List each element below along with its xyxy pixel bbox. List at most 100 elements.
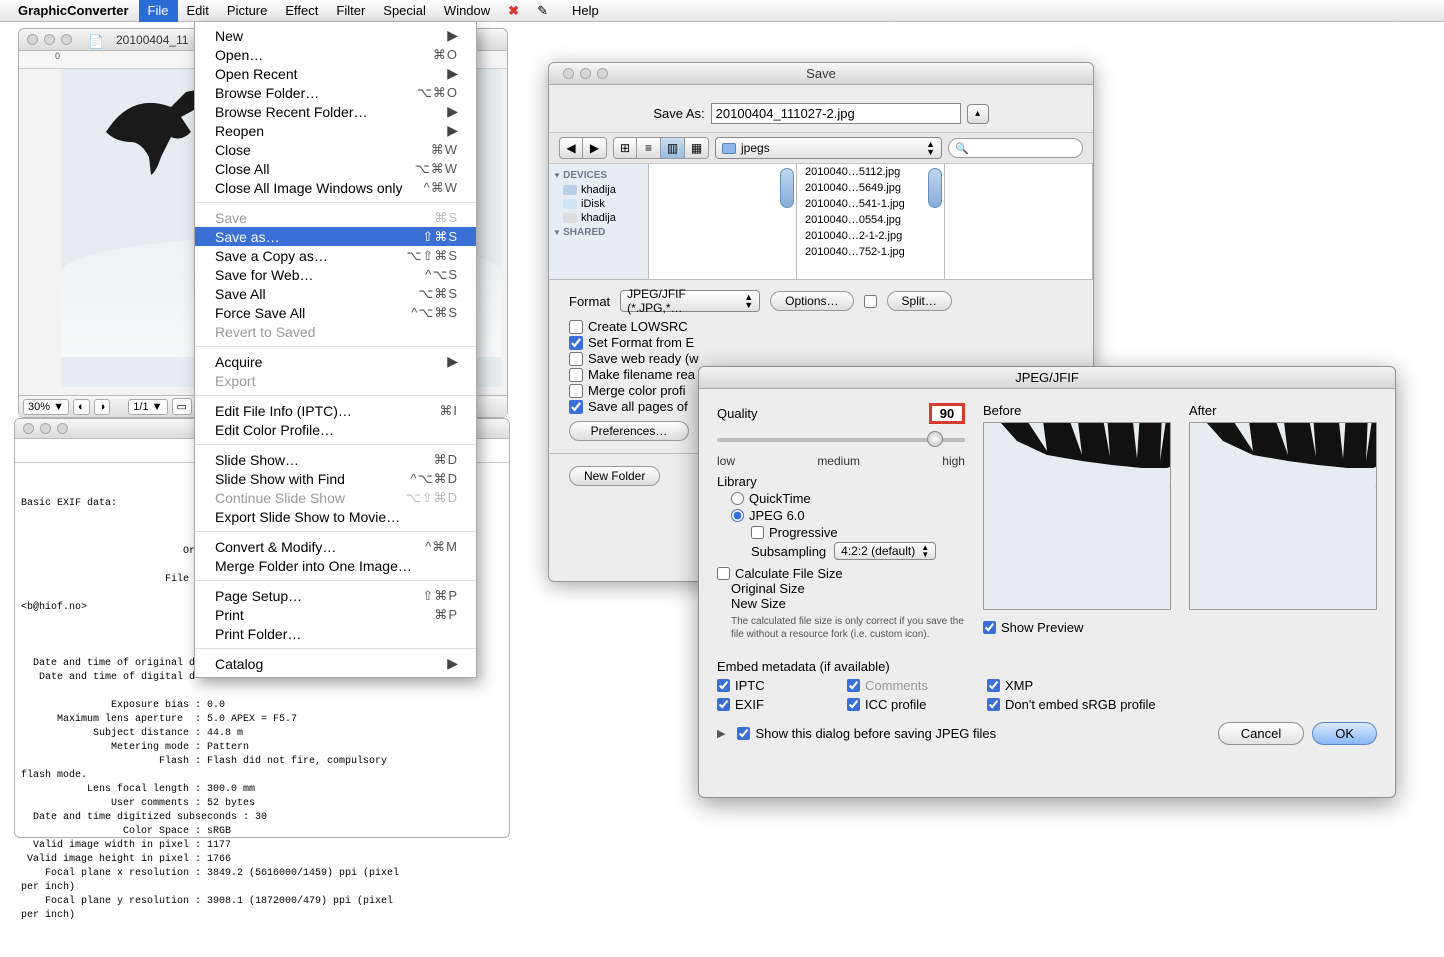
menu-effect[interactable]: Effect	[276, 0, 327, 22]
disclosure-triangle-icon[interactable]: ▶	[717, 727, 725, 740]
quality-slider[interactable]	[717, 428, 965, 454]
view-coverflow-icon[interactable]: ▦	[685, 137, 709, 159]
menu-filter[interactable]: Filter	[327, 0, 374, 22]
scrollbar-thumb[interactable]	[780, 168, 794, 208]
file-item[interactable]: 2010040…2-1-2.jpg	[797, 228, 944, 244]
file-column-2[interactable]: 2010040…5112.jpg 2010040…5649.jpg 201004…	[797, 164, 945, 279]
zoom-level[interactable]: 30% ▼	[23, 399, 69, 415]
menu-close-all[interactable]: Close All⌥⌘W	[195, 159, 476, 178]
view-mode-switch[interactable]: ⊞ ≡ ▥ ▦	[613, 137, 709, 159]
back-button-icon[interactable]: ◀	[559, 137, 583, 159]
opt-set-format[interactable]: Set Format from E	[569, 335, 1073, 350]
search-input[interactable]: 🔍	[948, 138, 1083, 158]
checkbox-comments[interactable]: Comments	[847, 678, 987, 693]
file-item[interactable]: 2010040…541-1.jpg	[797, 196, 944, 212]
page-indicator[interactable]: 1/1 ▼	[128, 399, 167, 415]
status-tool-icon[interactable]: ▭	[172, 398, 192, 415]
view-list-icon[interactable]: ≡	[637, 137, 661, 159]
minimize-window-icon[interactable]	[40, 423, 51, 434]
slider-thumb-icon[interactable]	[927, 431, 943, 447]
minimize-window-icon[interactable]	[44, 34, 55, 45]
menu-file[interactable]: File	[139, 0, 178, 22]
menu-browse-folder[interactable]: Browse Folder…⌥⌘O	[195, 83, 476, 102]
save-dialog-titlebar[interactable]: Save	[549, 63, 1093, 85]
forward-button-icon[interactable]: ▶	[583, 137, 607, 159]
checkbox-dont-embed-srgb[interactable]: Don't embed sRGB profile	[987, 697, 1207, 712]
file-item[interactable]: 2010040…5112.jpg	[797, 164, 944, 180]
sidebar-item[interactable]: khadija	[553, 183, 644, 197]
checkbox-iptc[interactable]: IPTC	[717, 678, 847, 693]
menu-browse-recent-folder[interactable]: Browse Recent Folder…▶	[195, 102, 476, 121]
file-item[interactable]: 2010040…752-1.jpg	[797, 244, 944, 260]
menu-save-as[interactable]: Save as…⇧⌘S	[195, 227, 476, 246]
menu-edit-iptc[interactable]: Edit File Info (IPTC)…⌘I	[195, 401, 476, 420]
radio-quicktime[interactable]: QuickTime	[731, 491, 965, 506]
menu-save-web[interactable]: Save for Web…^⌥S	[195, 265, 476, 284]
menu-print-folder[interactable]: Print Folder…	[195, 624, 476, 643]
split-button[interactable]: Split…	[887, 291, 952, 311]
close-window-icon[interactable]	[27, 34, 38, 45]
split-checkbox[interactable]	[864, 295, 877, 308]
status-icon-1[interactable]: ◐	[73, 399, 90, 415]
menu-close[interactable]: Close⌘W	[195, 140, 476, 159]
checkbox-calculate-size[interactable]: Calculate File Size	[717, 566, 965, 581]
menu-new[interactable]: New▶	[195, 26, 476, 45]
menu-slide-show-find[interactable]: Slide Show with Find^⌥⌘D	[195, 469, 476, 488]
cancel-button[interactable]: Cancel	[1218, 722, 1304, 745]
opt-lowsrc[interactable]: Create LOWSRC	[569, 319, 1073, 334]
scrollbar-thumb[interactable]	[928, 168, 942, 208]
format-popup[interactable]: JPEG/JFIF (*.JPG,*… ▲▼	[620, 290, 760, 312]
folder-popup[interactable]: jpegs ▲▼	[715, 137, 942, 159]
menu-picture[interactable]: Picture	[218, 0, 276, 22]
document-proxy-icon[interactable]: 📄	[88, 34, 100, 46]
checkbox-show-preview[interactable]: Show Preview	[983, 620, 1377, 635]
menu-force-save-all[interactable]: Force Save All^⌥⌘S	[195, 303, 476, 322]
ok-button[interactable]: OK	[1312, 722, 1377, 745]
menu-edit[interactable]: Edit	[178, 0, 218, 22]
file-column-1[interactable]	[649, 164, 797, 279]
radio-jpeg6[interactable]: JPEG 6.0	[731, 508, 965, 523]
expand-toggle-icon[interactable]: ▴	[967, 104, 989, 124]
menu-help[interactable]: Help	[563, 0, 608, 22]
menu-edit-color-profile[interactable]: Edit Color Profile…	[195, 420, 476, 439]
menu-print[interactable]: Print⌘P	[195, 605, 476, 624]
menu-window[interactable]: Window	[435, 0, 499, 22]
menu-special[interactable]: Special	[374, 0, 435, 22]
menu-save-all[interactable]: Save All⌥⌘S	[195, 284, 476, 303]
checkbox-show-dialog[interactable]: Show this dialog before saving JPEG file…	[737, 726, 996, 741]
zoom-window-icon[interactable]	[61, 34, 72, 45]
menu-slide-show[interactable]: Slide Show…⌘D	[195, 450, 476, 469]
options-button[interactable]: Options…	[770, 291, 853, 311]
close-window-icon[interactable]	[563, 68, 574, 79]
checkbox-xmp[interactable]: XMP	[987, 678, 1207, 693]
menu-export-slide-show[interactable]: Export Slide Show to Movie…	[195, 507, 476, 526]
app-name[interactable]: GraphicConverter	[18, 3, 129, 18]
quality-value[interactable]: 90	[929, 403, 965, 424]
jpeg-dialog-titlebar[interactable]: JPEG/JFIF	[699, 367, 1395, 389]
zoom-window-icon[interactable]	[57, 423, 68, 434]
menu-close-image-windows[interactable]: Close All Image Windows only^⌘W	[195, 178, 476, 197]
new-folder-button[interactable]: New Folder	[569, 466, 660, 486]
menu-catalog[interactable]: Catalog▶	[195, 654, 476, 673]
view-columns-icon[interactable]: ▥	[661, 137, 685, 159]
file-column-3[interactable]	[945, 164, 1093, 279]
subsampling-popup[interactable]: 4:2:2 (default) ▲▼	[834, 542, 936, 560]
zoom-window-icon[interactable]	[597, 68, 608, 79]
menu-convert-modify[interactable]: Convert & Modify…^⌘M	[195, 537, 476, 556]
menu-acquire[interactable]: Acquire▶	[195, 352, 476, 371]
view-icons-icon[interactable]: ⊞	[613, 137, 637, 159]
sidebar-group-shared[interactable]: SHARED	[553, 227, 644, 238]
close-window-icon[interactable]	[23, 423, 34, 434]
menu-open[interactable]: Open…⌘O	[195, 45, 476, 64]
menu-merge-folder[interactable]: Merge Folder into One Image…	[195, 556, 476, 575]
menu-script-icon[interactable]: ✎	[528, 0, 557, 22]
sidebar-item[interactable]: khadija	[553, 211, 644, 225]
menu-reopen[interactable]: Reopen▶	[195, 121, 476, 140]
nav-back-forward[interactable]: ◀ ▶	[559, 137, 607, 159]
menu-save-copy[interactable]: Save a Copy as…⌥⇧⌘S	[195, 246, 476, 265]
sidebar-item[interactable]: iDisk	[553, 197, 644, 211]
minimize-window-icon[interactable]	[580, 68, 591, 79]
opt-web-ready[interactable]: Save web ready (w	[569, 351, 1073, 366]
status-icon-2[interactable]: ◑	[94, 399, 111, 415]
menu-page-setup[interactable]: Page Setup…⇧⌘P	[195, 586, 476, 605]
